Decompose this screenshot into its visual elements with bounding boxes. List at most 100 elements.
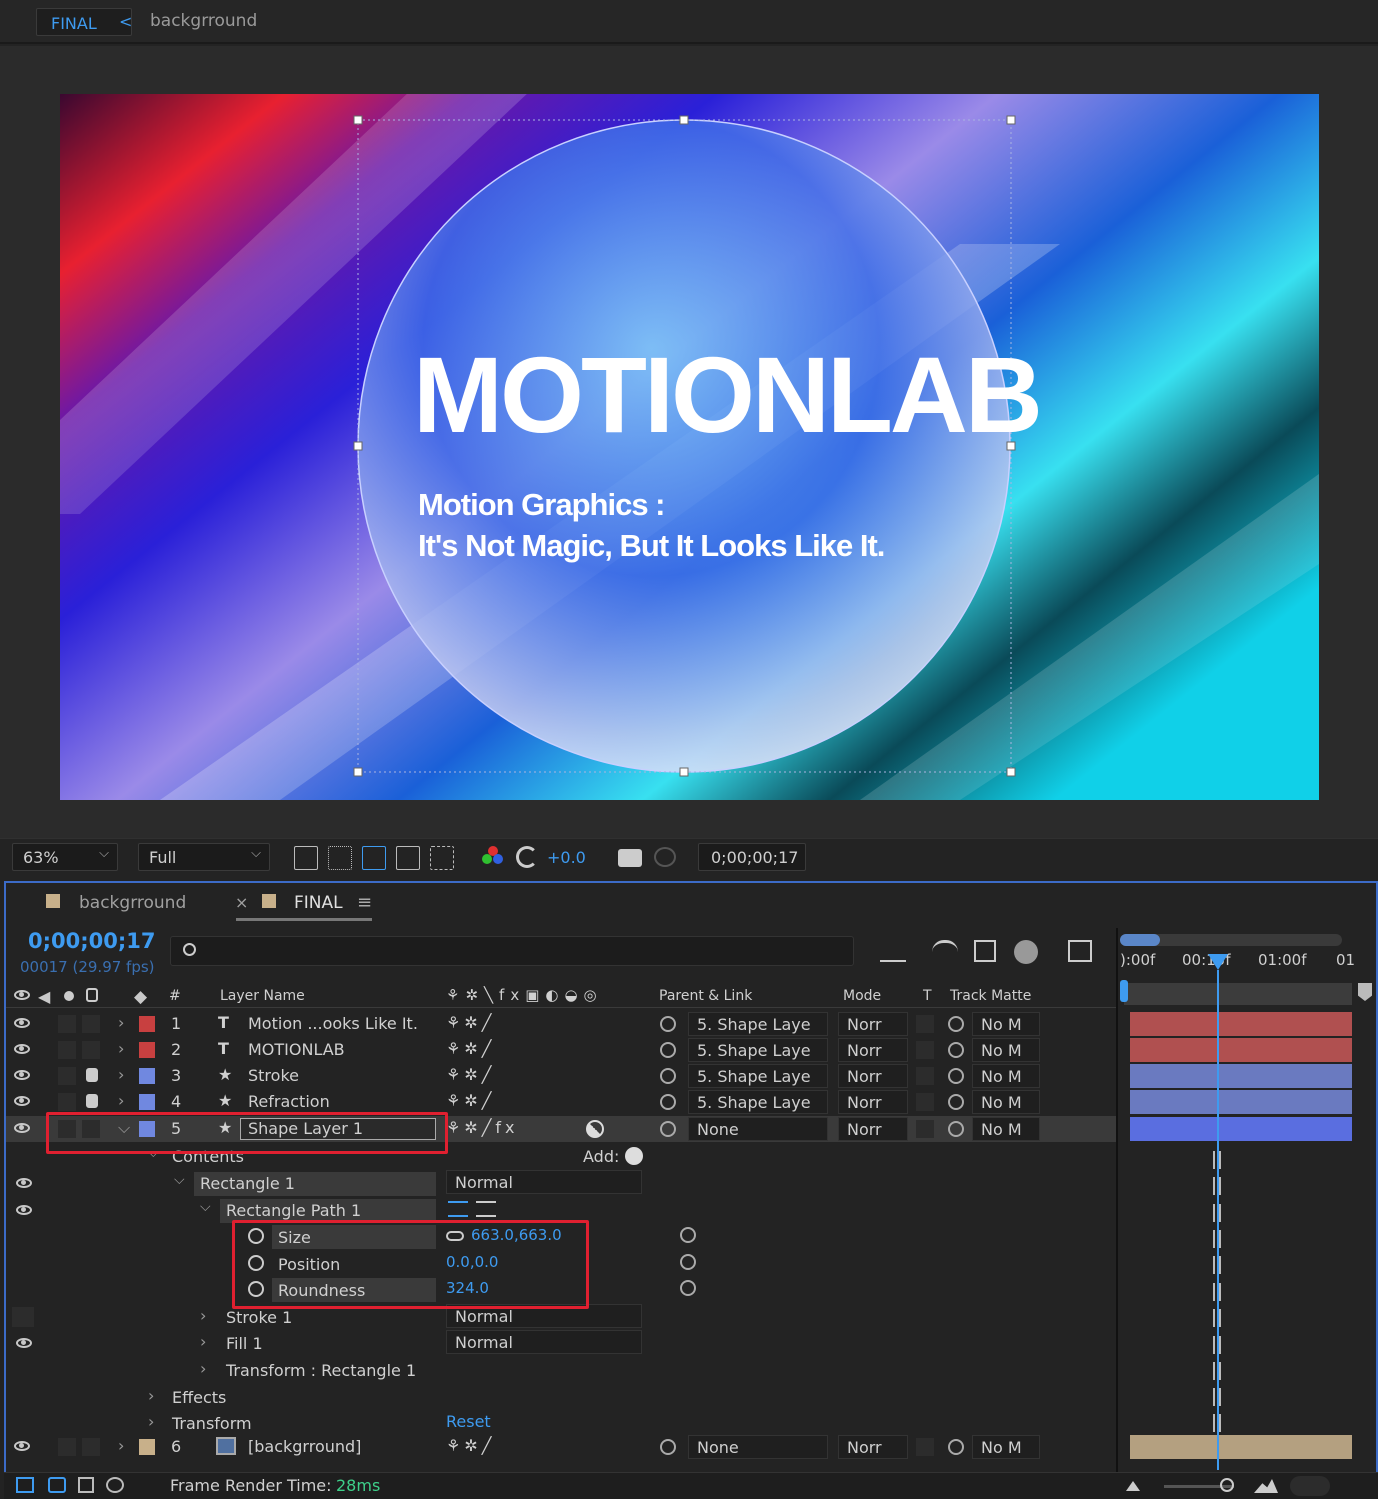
parent-pickwhip-icon[interactable] xyxy=(660,1042,676,1058)
nav-toggle[interactable] xyxy=(1290,1476,1330,1496)
comp-flowchart-icon[interactable] xyxy=(16,1477,34,1493)
adjustment-icon[interactable] xyxy=(586,1120,604,1138)
preserve-transparency-toggle[interactable] xyxy=(916,1041,934,1059)
preserve-transparency-toggle[interactable] xyxy=(916,1067,934,1085)
eye-toggle-empty[interactable] xyxy=(12,1307,34,1327)
track-matte-dropdown[interactable]: No M xyxy=(972,1090,1040,1114)
tab-final-timeline[interactable]: FINAL xyxy=(294,893,343,913)
tab-backgrround[interactable]: backgrround xyxy=(79,893,186,913)
expand-arrow-icon[interactable]: › xyxy=(200,1306,206,1325)
collapse-arrow-icon[interactable]: › xyxy=(118,1091,124,1110)
panel-menu-icon[interactable]: ≡ xyxy=(357,892,372,913)
collapse-arrow-icon[interactable]: › xyxy=(118,1039,124,1058)
layer-duration-bar[interactable] xyxy=(1130,1117,1352,1141)
col-layer-name[interactable]: Layer Name xyxy=(220,988,305,1004)
work-area-range[interactable] xyxy=(1124,983,1352,1005)
eye-icon[interactable] xyxy=(14,1018,30,1028)
expand-arrow-icon[interactable]: › xyxy=(148,1412,154,1431)
label-color-swatch[interactable] xyxy=(139,1094,155,1110)
solo-toggle[interactable] xyxy=(58,1067,76,1085)
close-tab-icon[interactable]: × xyxy=(235,893,248,912)
fill-mode-dropdown[interactable]: Normal xyxy=(446,1330,642,1354)
layer-name[interactable]: Refraction xyxy=(248,1092,330,1111)
parent-pickwhip-icon[interactable] xyxy=(660,1121,676,1137)
preserve-transparency-toggle[interactable] xyxy=(916,1093,934,1111)
layer-duration-bar[interactable] xyxy=(1130,1064,1352,1088)
parent-dropdown[interactable]: 5. Shape Laye xyxy=(688,1012,828,1036)
eye-icon[interactable] xyxy=(14,1044,30,1054)
layer-name[interactable]: Motion ...ooks Like It. xyxy=(248,1014,418,1033)
fast-previews-icon[interactable] xyxy=(294,846,318,870)
snapshot-camera-icon[interactable] xyxy=(618,849,642,867)
path-direction-icon[interactable] xyxy=(448,1201,468,1217)
rectangle-mode-dropdown[interactable]: Normal xyxy=(446,1170,642,1194)
preserve-transparency-toggle[interactable] xyxy=(916,1438,934,1456)
label-color-swatch[interactable] xyxy=(139,1439,155,1455)
reset-link[interactable]: Reset xyxy=(446,1412,491,1431)
parent-pickwhip-icon[interactable] xyxy=(660,1439,676,1455)
layer-search-input[interactable] xyxy=(170,936,854,966)
add-button[interactable] xyxy=(625,1147,643,1165)
layer-row[interactable]: › 6 [backgrround] ⚘✲╱ None Norr No M xyxy=(6,1434,1116,1460)
layer-name[interactable]: [backgrround] xyxy=(248,1437,361,1456)
expand-arrow-icon[interactable]: ⌵ xyxy=(174,1172,185,1188)
parent-dropdown[interactable]: 5. Shape Laye xyxy=(688,1064,828,1088)
expand-arrow-icon[interactable]: › xyxy=(200,1359,206,1378)
layer-duration-bar[interactable] xyxy=(1130,1090,1352,1114)
lock-icon[interactable] xyxy=(86,1068,98,1082)
parent-dropdown[interactable]: 5. Shape Laye xyxy=(688,1038,828,1062)
label-color-swatch[interactable] xyxy=(139,1068,155,1084)
label-color-swatch[interactable] xyxy=(139,1042,155,1058)
transfer-controls-icon[interactable] xyxy=(78,1477,94,1493)
eye-icon[interactable] xyxy=(14,1096,30,1106)
expand-arrow-icon[interactable]: ⌵ xyxy=(200,1199,211,1215)
show-snapshot-icon[interactable] xyxy=(654,847,676,867)
track-matte-dropdown[interactable]: No M xyxy=(972,1117,1040,1141)
channels-icon[interactable] xyxy=(482,846,504,868)
eye-icon[interactable] xyxy=(16,1338,32,1348)
layer-switches-icon[interactable] xyxy=(48,1477,66,1493)
collapse-arrow-icon[interactable]: › xyxy=(118,1065,124,1084)
exposure-value[interactable]: +0.0 xyxy=(547,848,586,867)
matte-pickwhip-icon[interactable] xyxy=(948,1042,964,1058)
track-matte-dropdown[interactable]: No M xyxy=(972,1064,1040,1088)
parent-dropdown[interactable]: 5. Shape Laye xyxy=(688,1090,828,1114)
mask-visibility-icon[interactable] xyxy=(362,846,386,870)
mode-dropdown[interactable]: Norr xyxy=(838,1012,908,1036)
layer-switches[interactable]: ⚘✲╱fx xyxy=(446,1118,518,1137)
zoom-out-icon[interactable] xyxy=(1126,1481,1140,1491)
expand-arrow-icon[interactable]: › xyxy=(200,1332,206,1351)
parent-dropdown[interactable]: None xyxy=(688,1117,828,1141)
parent-pickwhip-icon[interactable] xyxy=(660,1068,676,1084)
lock-icon[interactable] xyxy=(86,1094,98,1108)
layer-switches[interactable]: ⚘✲╱ xyxy=(446,1091,495,1110)
eye-icon[interactable] xyxy=(14,1070,30,1080)
zoom-in-icon[interactable] xyxy=(1254,1479,1278,1493)
current-time-display[interactable]: 0;00;00;17 xyxy=(698,843,806,871)
matte-pickwhip-icon[interactable] xyxy=(948,1121,964,1137)
comp-mini-flowchart-icon[interactable] xyxy=(880,942,906,962)
solo-toggle[interactable] xyxy=(58,1438,76,1456)
zoom-slider-handle[interactable] xyxy=(1220,1478,1234,1492)
solo-toggle[interactable] xyxy=(58,1015,76,1033)
region-of-interest-icon[interactable] xyxy=(396,846,420,870)
track-matte-dropdown[interactable]: No M xyxy=(972,1435,1040,1459)
pickwhip-icon[interactable] xyxy=(680,1254,696,1270)
mode-dropdown[interactable]: Norr xyxy=(838,1064,908,1088)
exposure-reset-icon[interactable] xyxy=(516,846,538,868)
shy-layers-icon[interactable] xyxy=(932,940,958,962)
lock-toggle[interactable] xyxy=(82,1015,100,1033)
resolution-dropdown[interactable]: Full ⌵ xyxy=(138,843,270,871)
work-area-bar[interactable] xyxy=(1120,934,1342,946)
work-area-handle[interactable] xyxy=(1120,934,1160,946)
matte-pickwhip-icon[interactable] xyxy=(948,1439,964,1455)
layer-switches[interactable]: ⚘✲╱ xyxy=(446,1065,495,1084)
preserve-transparency-toggle[interactable] xyxy=(916,1015,934,1033)
solo-toggle[interactable] xyxy=(58,1041,76,1059)
eye-icon[interactable] xyxy=(16,1178,32,1188)
track-matte-dropdown[interactable]: No M xyxy=(972,1012,1040,1036)
zoom-dropdown[interactable]: 63% ⌵ xyxy=(12,843,118,871)
in-point-marker[interactable] xyxy=(1120,980,1128,1002)
mode-dropdown[interactable]: Norr xyxy=(838,1117,908,1141)
layer-name[interactable]: MOTIONLAB xyxy=(248,1040,345,1059)
